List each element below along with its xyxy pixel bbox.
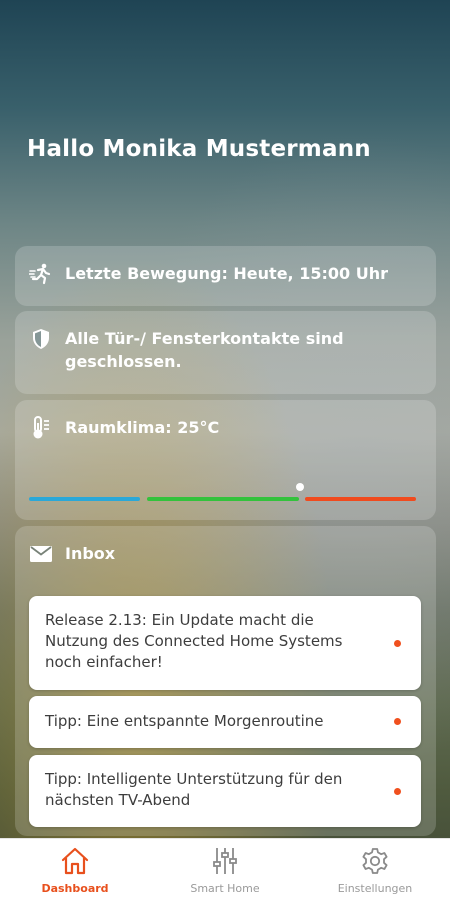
house-icon <box>60 847 90 879</box>
nav-settings[interactable]: Einstellungen <box>300 839 450 901</box>
scale-cold-segment <box>29 497 140 501</box>
inbox-label: Inbox <box>65 544 116 563</box>
temperature-marker <box>295 483 304 491</box>
unread-dot <box>394 640 401 647</box>
motion-card[interactable]: Letzte Bewegung: Heute, 15:00 Uhr <box>15 246 436 306</box>
motion-label: Letzte Bewegung: Heute, 15:00 Uhr <box>65 264 388 283</box>
inbox-message[interactable]: Tipp: Eine entspannte Morgenroutine <box>29 696 421 748</box>
nav-settings-label: Einstellungen <box>337 882 413 895</box>
nav-dashboard-label: Dashboard <box>41 882 109 895</box>
nav-smart-home[interactable]: Smart Home <box>150 839 300 901</box>
mail-icon <box>29 542 53 566</box>
climate-label: Raumklima: 25°C <box>65 418 220 437</box>
climate-card[interactable]: Raumklima: 25°C <box>15 400 436 520</box>
shield-icon <box>29 327 53 351</box>
message-text: Release 2.13: Ein Update macht die Nutzu… <box>45 611 343 671</box>
running-person-icon <box>29 262 53 286</box>
unread-dot <box>394 788 401 795</box>
message-text: Tipp: Intelligente Unterstützung für den… <box>45 770 343 809</box>
nav-dashboard[interactable]: Dashboard <box>0 839 150 901</box>
thermometer-icon <box>29 416 53 440</box>
inbox-message[interactable]: Release 2.13: Ein Update macht die Nutzu… <box>29 596 421 690</box>
greeting-title: Hallo Monika Mustermann <box>27 136 371 162</box>
dashboard-screen: Hallo Monika Mustermann Letzte Bewegung:… <box>0 0 450 901</box>
inbox-message[interactable]: Tipp: Intelligente Unterstützung für den… <box>29 755 421 827</box>
scale-comfort-segment <box>147 497 299 501</box>
message-text: Tipp: Eine entspannte Morgenroutine <box>45 712 324 730</box>
unread-dot <box>394 718 401 725</box>
nav-smart-home-label: Smart Home <box>190 882 260 895</box>
bottom-navigation: Dashboard Smart Home Einstellungen <box>0 838 450 901</box>
sliders-icon <box>210 847 240 879</box>
temperature-scale <box>29 483 416 501</box>
gear-icon <box>360 847 390 879</box>
scale-warm-segment <box>305 497 416 501</box>
door-window-label: Alle Tür-/ Fensterkontakte sind geschlos… <box>65 329 344 371</box>
door-window-card[interactable]: Alle Tür-/ Fensterkontakte sind geschlos… <box>15 311 436 394</box>
